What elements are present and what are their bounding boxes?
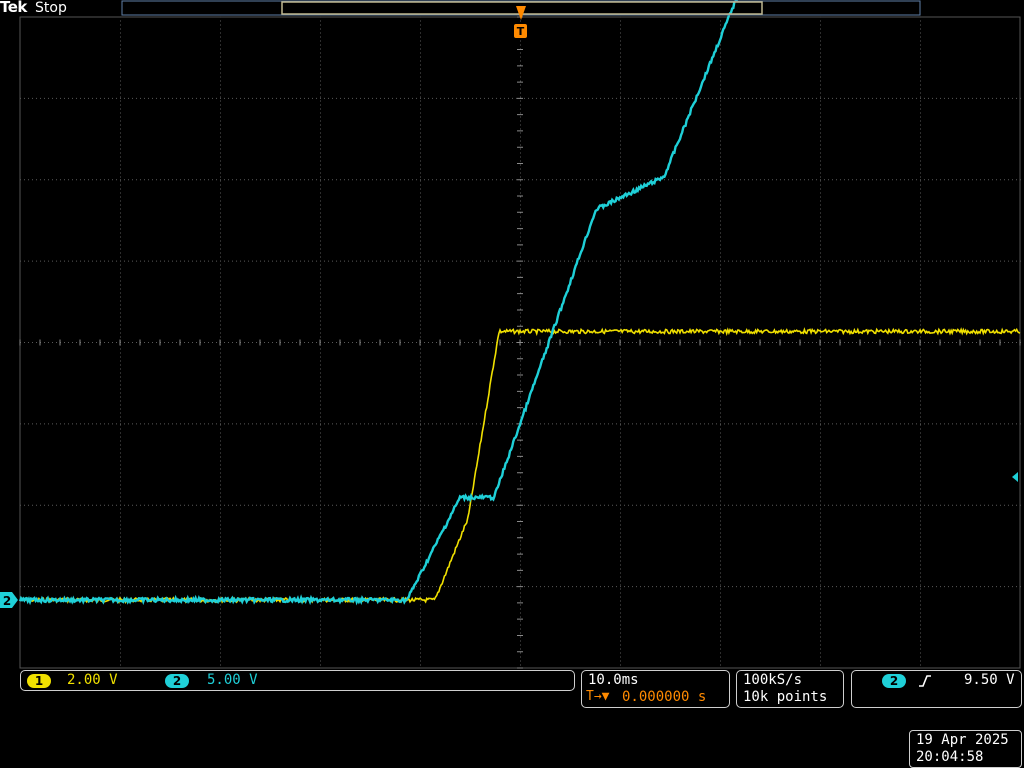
channel-2-scale: 5.00 V [207, 672, 258, 688]
run-state: Stop [35, 0, 67, 16]
timebase-readout[interactable]: 10.0ms T→▼ 0.000000 s [581, 670, 730, 708]
channel-2-ground-label: 2 [3, 594, 11, 608]
rising-edge-icon [919, 675, 931, 687]
trigger-readout[interactable]: 2 9.50 V [851, 670, 1022, 708]
brand-logo: Tek [0, 0, 27, 16]
channel-1-badge: 1 [27, 674, 51, 688]
channel-2-badge: 2 [165, 674, 189, 688]
trigger-level: 9.50 V [964, 672, 1015, 688]
vertical-readout[interactable]: 1 2.00 V 2 5.00 V [20, 670, 575, 691]
waveform-display: T 2 [0, 0, 1021, 669]
sample-rate: 100kS/s [743, 672, 803, 688]
datetime-readout: 19 Apr 2025 20:04:58 [909, 730, 1022, 768]
trigger-delay: 0.000000 s [622, 689, 707, 705]
time-per-div: 10.0ms [588, 672, 639, 688]
date-text: 19 Apr 2025 [916, 732, 1009, 748]
trigger-delay-arrow: T→▼ [586, 689, 610, 704]
channel-1-scale: 2.00 V [67, 672, 118, 688]
acquisition-readout[interactable]: 100kS/s 10k points [736, 670, 844, 708]
time-text: 20:04:58 [916, 749, 984, 765]
trigger-source-badge: 2 [882, 674, 906, 688]
record-length: 10k points [743, 689, 828, 705]
trigger-marker-label: T [517, 25, 525, 38]
